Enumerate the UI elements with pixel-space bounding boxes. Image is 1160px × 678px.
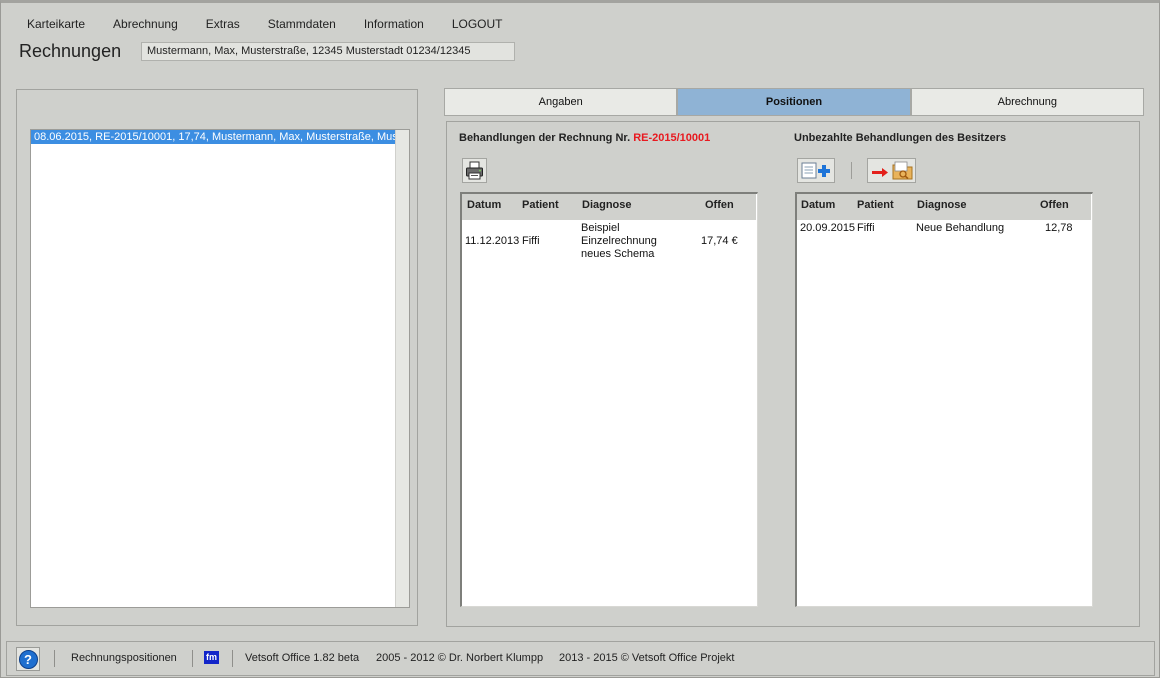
- menu-stammdaten[interactable]: Stammdaten: [268, 17, 336, 31]
- column-offen[interactable]: Offen: [1040, 199, 1069, 211]
- row-patient: Fiffi: [522, 235, 540, 247]
- status-copyright-1: 2005 - 2012 © Dr. Norbert Klumpp: [376, 652, 544, 664]
- column-datum[interactable]: Datum: [801, 199, 835, 211]
- help-button[interactable]: ?: [16, 647, 40, 671]
- row-datum: 11.12.2013: [465, 235, 520, 247]
- row-diagnose-line: neues Schema: [581, 248, 655, 260]
- menu-extras[interactable]: Extras: [206, 17, 240, 31]
- column-offen[interactable]: Offen: [705, 199, 734, 211]
- row-datum: 20.09.2015: [800, 222, 856, 234]
- tab-positionen[interactable]: Positionen: [677, 88, 911, 116]
- invoice-treatments-title: Behandlungen der Rechnung Nr. RE-2015/10…: [459, 132, 710, 144]
- column-patient[interactable]: Patient: [522, 199, 559, 211]
- row-patient: Fiffi: [857, 222, 875, 234]
- column-datum[interactable]: Datum: [467, 199, 501, 211]
- page-title: Rechnungen: [19, 41, 122, 61]
- menu-bar: Karteikarte Abrechnung Extras Stammdaten…: [27, 17, 531, 31]
- row-offen: 12,78: [1045, 222, 1073, 234]
- tab-angaben[interactable]: Angaben: [444, 88, 678, 116]
- row-diagnose: Beispiel Einzelrechnung neues Schema: [581, 222, 657, 261]
- help-icon: ?: [18, 649, 38, 669]
- status-copyright-2: 2013 - 2015 © Vetsoft Office Projekt: [559, 652, 735, 664]
- add-document-icon: [801, 162, 830, 179]
- invoice-number: RE-2015/10001: [633, 132, 711, 144]
- toolbar-separator: [851, 162, 852, 179]
- status-module: Rechnungspositionen: [71, 652, 177, 664]
- positions-panel: Behandlungen der Rechnung Nr. RE-2015/10…: [446, 121, 1140, 627]
- column-patient[interactable]: Patient: [857, 199, 894, 211]
- row-offen: 17,74 €: [701, 235, 738, 247]
- invoice-list[interactable]: 08.06.2015, RE-2015/10001, 17,74, Muster…: [30, 129, 410, 608]
- transfer-position-button[interactable]: [867, 158, 916, 183]
- menu-karteikarte[interactable]: Karteikarte: [27, 17, 85, 31]
- column-diagnose[interactable]: Diagnose: [582, 199, 632, 211]
- unpaid-treatments-table: Datum Patient Diagnose Offen 20.09.2015 …: [795, 192, 1093, 607]
- fm-icon[interactable]: fm: [204, 651, 219, 664]
- table-header: Datum Patient Diagnose Offen: [797, 194, 1091, 220]
- invoice-list-item[interactable]: 08.06.2015, RE-2015/10001, 17,74, Muster…: [31, 130, 395, 144]
- status-version: Vetsoft Office 1.82 beta: [245, 652, 360, 664]
- row-diagnose: Neue Behandlung: [916, 222, 1005, 234]
- status-separator: [54, 650, 55, 667]
- status-separator: [232, 650, 233, 667]
- table-row[interactable]: 20.09.2015 Fiffi Neue Behandlung 12,78: [797, 220, 1091, 236]
- print-button[interactable]: [462, 158, 487, 183]
- owner-field[interactable]: Mustermann, Max, Musterstraße, 12345 Mus…: [141, 42, 515, 61]
- invoice-treatments-table: Datum Patient Diagnose Offen 11.12.2013 …: [460, 192, 758, 607]
- status-bar: ? Rechnungspositionen fm Vetsoft Office …: [6, 641, 1155, 676]
- table-header: Datum Patient Diagnose Offen: [462, 194, 756, 220]
- menu-information[interactable]: Information: [364, 17, 424, 31]
- tab-abrechnung[interactable]: Abrechnung: [910, 88, 1144, 116]
- invoice-list-panel: 08.06.2015, RE-2015/10001, 17,74, Muster…: [16, 89, 418, 626]
- invoice-treatments-title-prefix: Behandlungen der Rechnung Nr.: [459, 132, 634, 144]
- row-diagnose-line: Einzelrechnung: [581, 235, 657, 247]
- column-diagnose[interactable]: Diagnose: [917, 199, 967, 211]
- status-separator: [192, 650, 193, 667]
- invoice-list-scrollbar[interactable]: [395, 130, 409, 607]
- tab-bar: Angaben Positionen Abrechnung: [444, 88, 1144, 116]
- printer-icon: [466, 161, 483, 180]
- move-to-folder-icon: [872, 161, 913, 180]
- app-window: Karteikarte Abrechnung Extras Stammdaten…: [0, 0, 1160, 678]
- row-diagnose-line: Beispiel: [581, 222, 620, 234]
- add-position-button[interactable]: [797, 158, 835, 183]
- unpaid-treatments-title: Unbezahlte Behandlungen des Besitzers: [794, 132, 1007, 144]
- menu-logout[interactable]: LOGOUT: [452, 17, 503, 31]
- menu-abrechnung[interactable]: Abrechnung: [113, 17, 178, 31]
- table-row[interactable]: 11.12.2013 Fiffi Beispiel Einzelrechnung…: [462, 220, 756, 262]
